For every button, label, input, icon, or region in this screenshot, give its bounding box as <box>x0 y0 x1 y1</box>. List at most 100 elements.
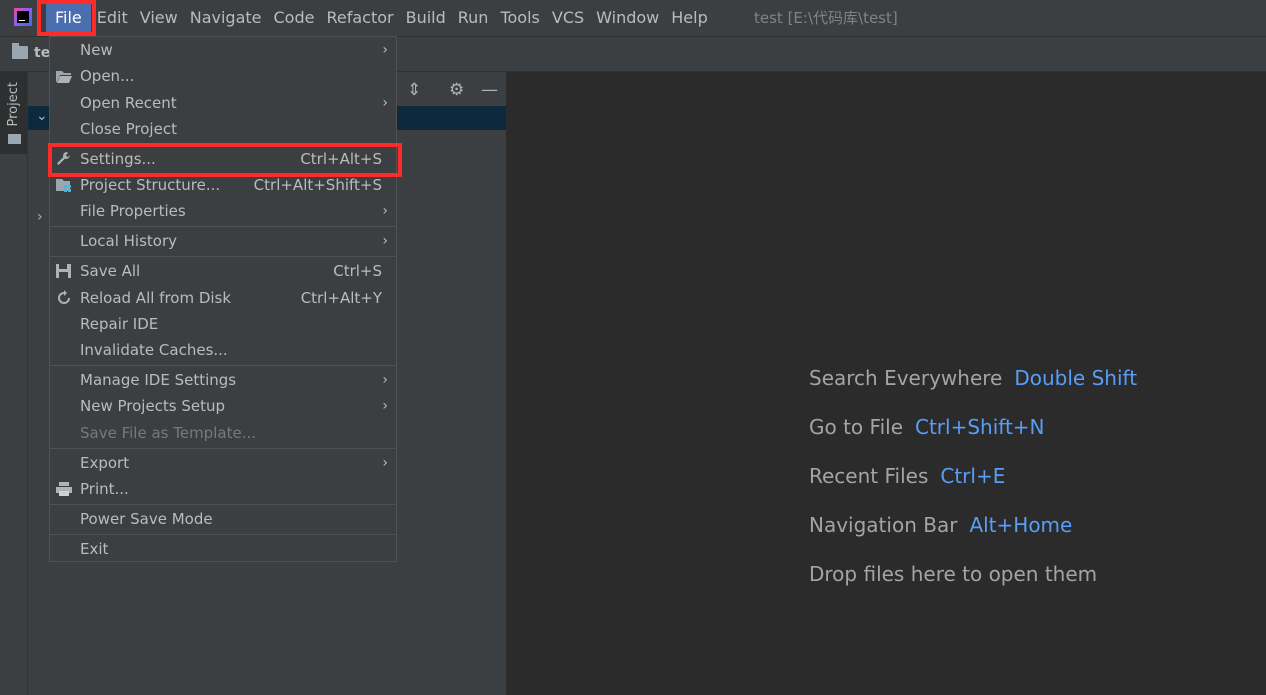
hint-label: Drop files here to open them <box>809 562 1098 586</box>
menu-item-label: Reload All from Disk <box>80 289 232 307</box>
wrench-icon <box>57 152 70 165</box>
menu-item-shortcut: Ctrl+Alt+S <box>300 150 382 168</box>
menu-edit[interactable]: Edit <box>91 0 134 36</box>
hint-search-everywhere: Search Everywhere Double Shift <box>809 366 1137 390</box>
hint-label: Recent Files <box>809 464 929 488</box>
menu-item-label: Open Recent <box>80 94 177 112</box>
menu-code[interactable]: Code <box>268 0 321 36</box>
menu-item-label: Power Save Mode <box>80 510 213 528</box>
menu-item-repair-ide[interactable]: Repair IDE <box>50 311 396 337</box>
menu-item-exit[interactable]: Exit <box>50 536 396 562</box>
chevron-right-icon: › <box>382 203 388 219</box>
gear-icon[interactable]: ⚙ <box>449 80 464 100</box>
menu-item-print[interactable]: Print... <box>50 476 396 502</box>
hint-drop-files: Drop files here to open them <box>809 562 1097 586</box>
menu-item-label: Close Project <box>80 120 177 138</box>
breadcrumb-project[interactable]: te <box>34 45 50 61</box>
menu-item-settings[interactable]: Settings... Ctrl+Alt+S <box>50 146 396 172</box>
menu-item-label: New <box>80 41 113 59</box>
menu-file[interactable]: File <box>46 0 91 36</box>
menu-item-invalidate-caches[interactable]: Invalidate Caches... <box>50 337 396 363</box>
chevron-down-icon[interactable]: ⌄ <box>36 108 48 124</box>
folder-open-icon <box>56 71 72 83</box>
chevron-right-icon: › <box>382 95 388 111</box>
menu-separator <box>50 534 396 535</box>
hint-recent-files: Recent Files Ctrl+E <box>809 464 1005 488</box>
menu-navigate[interactable]: Navigate <box>184 0 268 36</box>
menu-item-label: Exit <box>80 540 109 558</box>
menu-item-label: Project Structure... <box>80 176 221 194</box>
menu-item-project-structure[interactable]: Project Structure... Ctrl+Alt+Shift+S <box>50 172 396 198</box>
menu-item-label: Open... <box>80 67 135 85</box>
menu-separator <box>50 144 396 145</box>
menu-separator <box>50 448 396 449</box>
menu-item-shortcut: Ctrl+Alt+Shift+S <box>253 176 382 194</box>
menu-bar: File Edit View Navigate Code Refactor Bu… <box>0 0 1266 37</box>
printer-icon <box>56 482 72 496</box>
menu-item-label: Repair IDE <box>80 315 159 333</box>
menu-separator <box>50 226 396 227</box>
main-menu: File Edit View Navigate Code Refactor Bu… <box>46 0 714 36</box>
project-tab-label: Project <box>6 82 21 127</box>
chevron-right-icon: › <box>382 455 388 471</box>
menu-separator <box>50 365 396 366</box>
chevron-right-icon: › <box>382 233 388 249</box>
menu-item-label: Local History <box>80 232 178 250</box>
minimize-icon[interactable]: — <box>481 80 498 100</box>
chevron-right-icon[interactable]: › <box>37 209 43 225</box>
menu-item-label: Manage IDE Settings <box>80 371 237 389</box>
menu-build[interactable]: Build <box>400 0 452 36</box>
menu-item-new[interactable]: New › <box>50 37 396 63</box>
menu-item-reload-all[interactable]: Reload All from Disk Ctrl+Alt+Y <box>50 285 396 311</box>
menu-item-label: Settings... <box>80 150 156 168</box>
menu-item-file-properties[interactable]: File Properties › <box>50 198 396 224</box>
reload-icon <box>58 290 70 304</box>
menu-vcs[interactable]: VCS <box>546 0 590 36</box>
hint-label: Search Everywhere <box>809 366 1003 390</box>
editor-area: Search Everywhere Double Shift Go to File… <box>507 72 1266 695</box>
chevron-right-icon: › <box>382 372 388 388</box>
menu-separator <box>50 256 396 257</box>
chevron-right-icon: › <box>382 42 388 58</box>
chevron-right-icon: › <box>382 398 388 414</box>
menu-item-open[interactable]: Open... <box>50 63 396 89</box>
hint-shortcut: Double Shift <box>1014 366 1138 390</box>
menu-item-shortcut: Ctrl+Alt+Y <box>300 289 382 307</box>
folder-icon <box>12 43 28 59</box>
menu-window[interactable]: Window <box>590 0 665 36</box>
menu-item-label: New Projects Setup <box>80 397 226 415</box>
menu-run[interactable]: Run <box>452 0 495 36</box>
menu-item-save-all[interactable]: Save All Ctrl+S <box>50 258 396 284</box>
hint-shortcut: Alt+Home <box>969 513 1073 537</box>
menu-item-local-history[interactable]: Local History › <box>50 228 396 254</box>
menu-refactor[interactable]: Refactor <box>320 0 399 36</box>
menu-item-export[interactable]: Export › <box>50 450 396 476</box>
hint-navigation-bar: Navigation Bar Alt+Home <box>809 513 1072 537</box>
menu-item-label: Print... <box>80 480 129 498</box>
menu-item-label: Invalidate Caches... <box>80 341 228 359</box>
save-icon <box>56 264 71 278</box>
project-tool-tab[interactable]: Project <box>0 72 27 154</box>
file-menu-dropdown: New › Open... Open Recent › Close Projec… <box>49 36 397 562</box>
menu-item-save-file-as-template: Save File as Template... <box>50 420 396 446</box>
menu-item-shortcut: Ctrl+S <box>333 262 382 280</box>
menu-item-label: Save File as Template... <box>80 424 256 442</box>
collapse-all-icon[interactable]: ⇕ <box>407 80 421 100</box>
hint-label: Navigation Bar <box>809 513 958 537</box>
menu-item-close-project[interactable]: Close Project <box>50 116 396 142</box>
menu-item-new-projects-setup[interactable]: New Projects Setup › <box>50 393 396 419</box>
window-title: test [E:\代码库\test] <box>754 9 898 27</box>
hint-shortcut: Ctrl+Shift+N <box>915 415 1045 439</box>
menu-item-open-recent[interactable]: Open Recent › <box>50 90 396 116</box>
intellij-logo-icon <box>14 8 32 26</box>
menu-item-manage-ide-settings[interactable]: Manage IDE Settings › <box>50 367 396 393</box>
folder-icon <box>8 134 21 144</box>
hint-shortcut: Ctrl+E <box>940 464 1006 488</box>
hint-go-to-file: Go to File Ctrl+Shift+N <box>809 415 1045 439</box>
left-tool-strip: Project <box>0 72 28 695</box>
menu-item-power-save-mode[interactable]: Power Save Mode <box>50 506 396 532</box>
menu-tools[interactable]: Tools <box>494 0 545 36</box>
project-structure-icon <box>56 179 71 192</box>
menu-view[interactable]: View <box>134 0 184 36</box>
menu-help[interactable]: Help <box>665 0 713 36</box>
